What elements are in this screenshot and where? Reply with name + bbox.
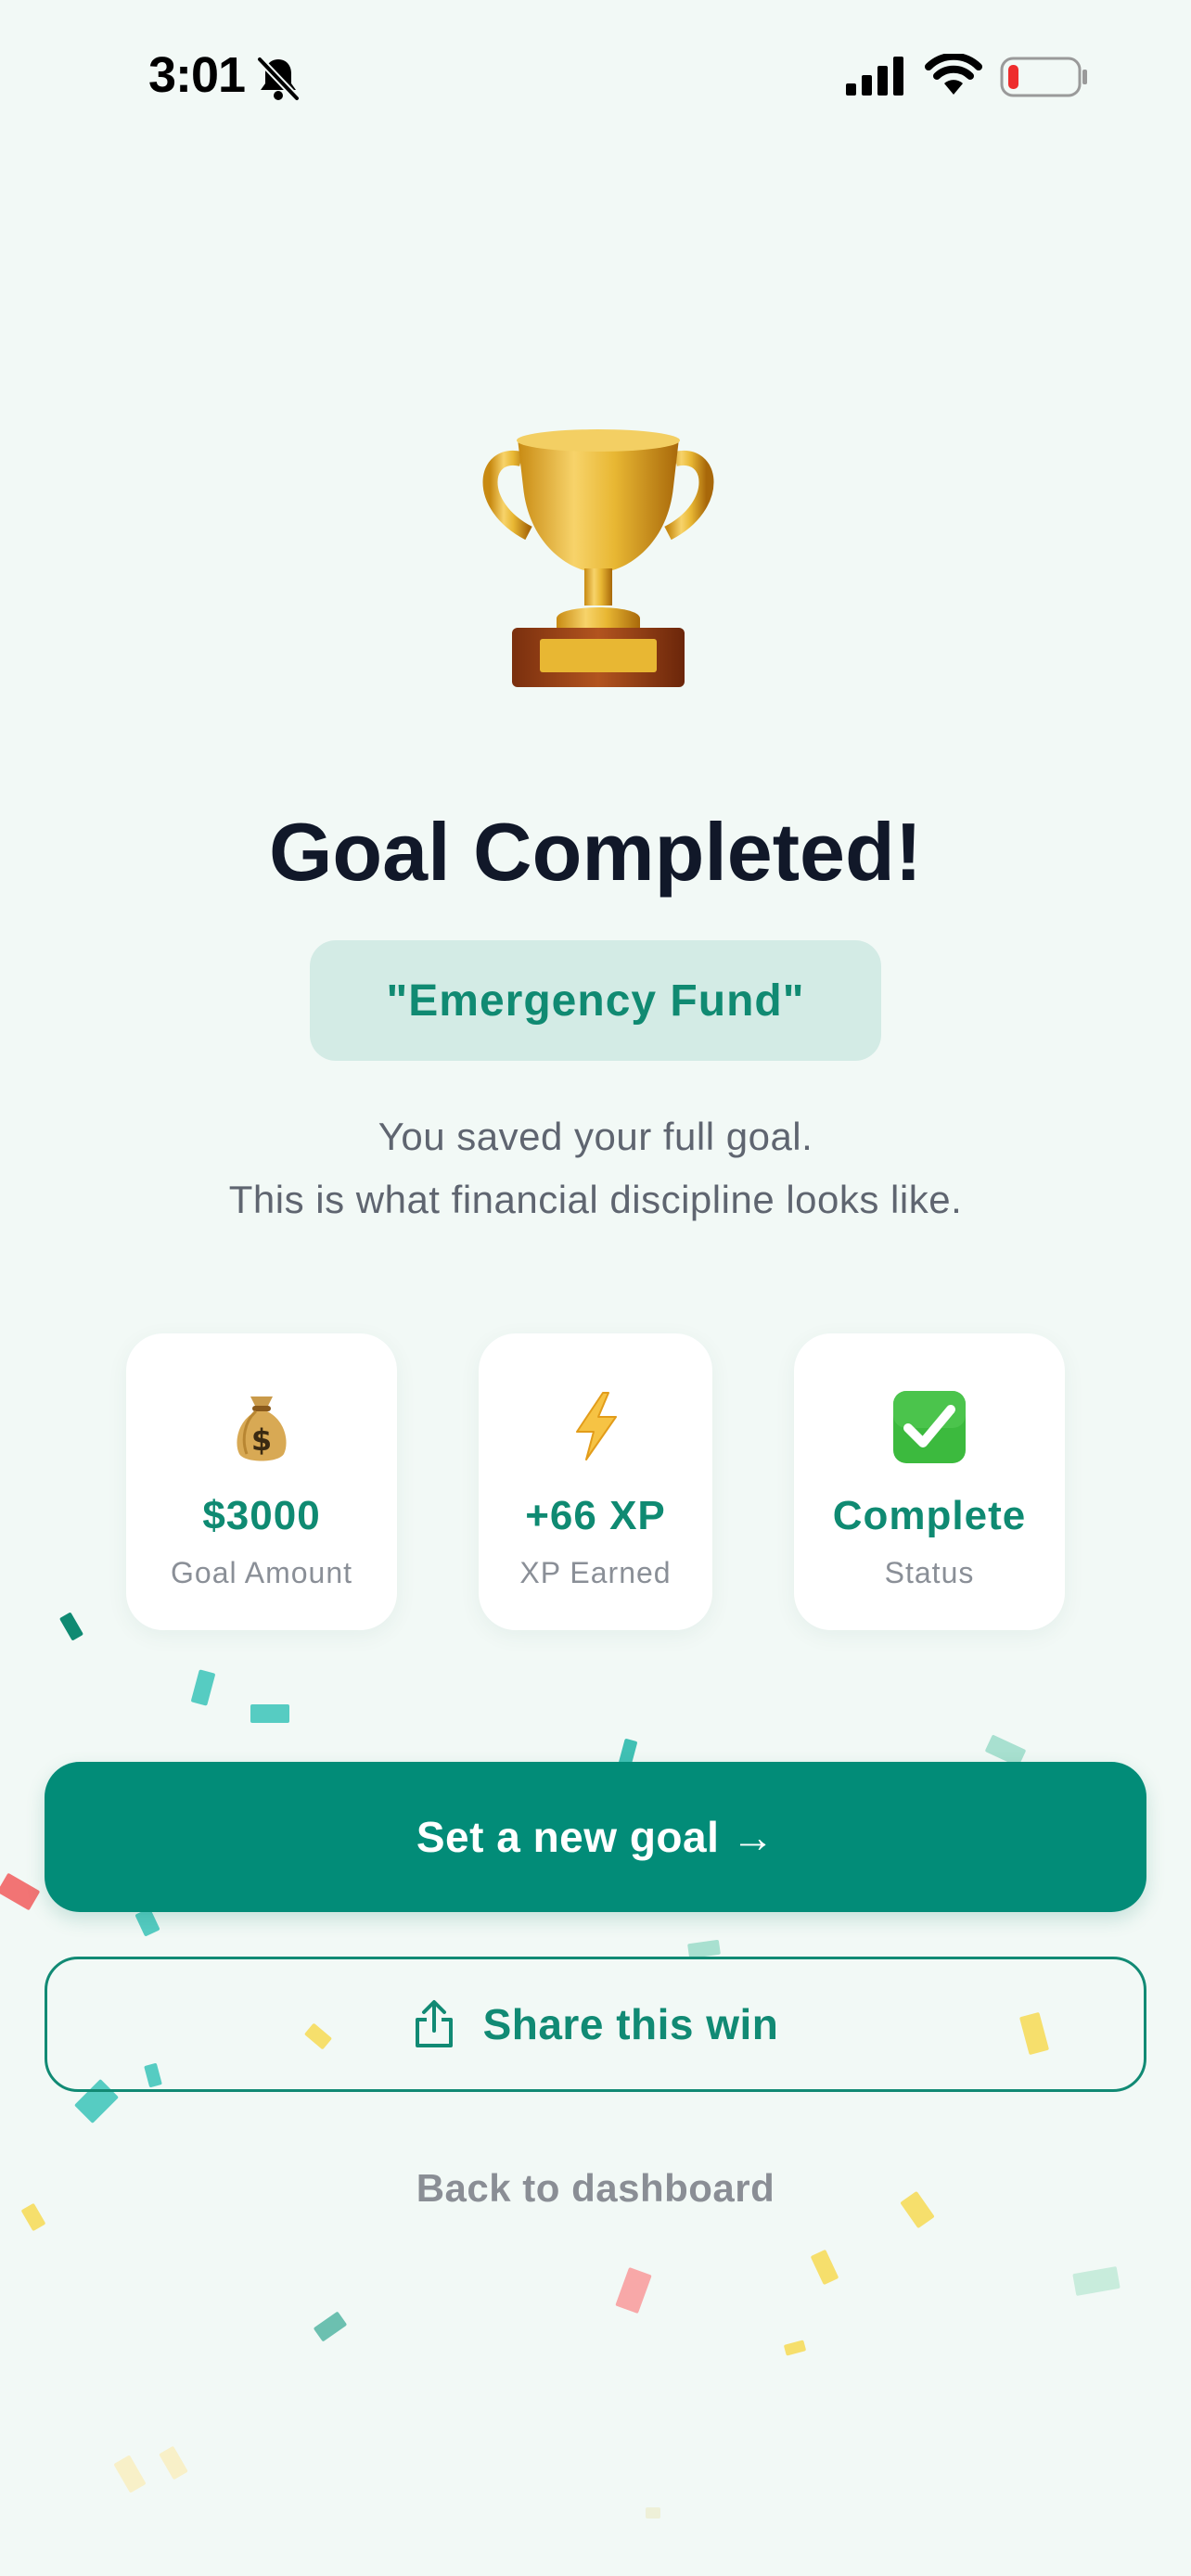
confetti-piece: [159, 2445, 188, 2480]
stat-value: Complete: [832, 1493, 1027, 1538]
stat-label: XP Earned: [519, 1556, 672, 1589]
stat-card-status: Complete Status: [794, 1333, 1065, 1630]
bell-slash-icon: [257, 57, 300, 101]
confetti-piece: [134, 1907, 160, 1937]
confetti-piece: [58, 1612, 84, 1641]
confetti-piece: [250, 1704, 289, 1723]
confetti-piece: [1072, 2266, 1121, 2296]
goal-name-chip: "Emergency Fund": [310, 940, 881, 1061]
confetti-piece: [0, 1872, 41, 1911]
svg-text:$: $: [251, 1422, 272, 1458]
set-new-goal-button[interactable]: Set a new goal →: [45, 1762, 1146, 1912]
confetti-piece: [615, 2266, 652, 2315]
share-button[interactable]: Share this win: [45, 1957, 1146, 2092]
battery-low-icon: [1000, 57, 1087, 97]
subtitle-line-2: This is what financial discipline looks …: [228, 1178, 963, 1221]
confetti-piece: [113, 2455, 147, 2493]
confetti-piece: [646, 2507, 660, 2519]
confetti-piece: [810, 2249, 839, 2286]
stat-value: +66 XP: [525, 1493, 666, 1538]
cellular-signal-icon: [846, 57, 903, 96]
share-icon: [415, 2000, 453, 2047]
subtitle: You saved your full goal. This is what f…: [0, 1105, 1191, 1231]
stat-card-goal-amount: $ $3000 Goal Amount: [126, 1333, 397, 1630]
stat-label: Status: [884, 1556, 975, 1589]
confetti-piece: [313, 2311, 348, 2342]
lightning-icon: [576, 1392, 617, 1460]
trophy-icon: [482, 429, 714, 687]
page-title: Goal Completed!: [268, 806, 923, 898]
confetti-piece: [783, 2340, 807, 2356]
stat-value: $3000: [202, 1493, 321, 1538]
back-to-dashboard-link[interactable]: Back to dashboard: [0, 2166, 1191, 2211]
confetti-piece: [190, 1669, 216, 1706]
status-time: 3:01: [148, 47, 246, 103]
stat-label: Goal Amount: [171, 1556, 352, 1589]
check-mark-icon: [893, 1391, 966, 1463]
stat-card-xp-earned: +66 XP XP Earned: [479, 1333, 712, 1630]
share-button-label: Share this win: [482, 2000, 779, 2048]
money-bag-icon: $: [237, 1396, 287, 1461]
subtitle-line-1: You saved your full goal.: [378, 1115, 813, 1158]
wifi-icon: [925, 54, 982, 95]
